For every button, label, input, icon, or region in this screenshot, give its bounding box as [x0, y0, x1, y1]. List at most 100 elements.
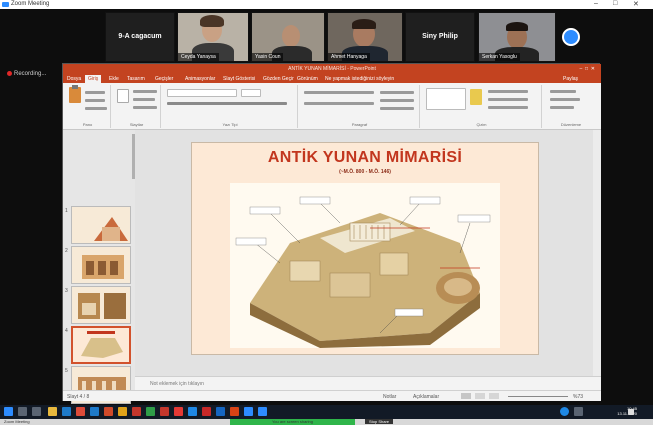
cut-button[interactable]	[85, 91, 105, 94]
tab-review[interactable]: Gözden Geçir	[263, 76, 294, 82]
taskbar-app-icon[interactable]	[160, 407, 169, 416]
taskbar-app-icon[interactable]	[202, 407, 211, 416]
tab-transitions[interactable]: Geçişler	[155, 76, 173, 82]
minimize-button[interactable]: –	[594, 0, 598, 7]
paste-button[interactable]	[69, 85, 81, 103]
quick-access-toolbar[interactable]	[73, 66, 113, 72]
slide-sorter-icon[interactable]	[475, 393, 485, 399]
slide-thumbnail[interactable]	[71, 286, 131, 324]
close-button[interactable]: ✕	[633, 0, 639, 8]
reset-button[interactable]	[133, 98, 155, 101]
participant-tile[interactable]: Yasin Coun	[251, 12, 325, 62]
align-text-button[interactable]	[380, 99, 414, 102]
ribbon-tabs: Dosya Giriş Ekle Tasarım Geçişler Animas…	[63, 74, 601, 83]
tab-file[interactable]: Dosya	[67, 76, 81, 82]
edge-icon[interactable]	[62, 407, 71, 416]
taskbar-app-icon[interactable]	[230, 407, 239, 416]
search-icon[interactable]	[18, 407, 27, 416]
shape-fill-button[interactable]	[488, 90, 528, 93]
share-button[interactable]: Paylaş	[563, 76, 578, 82]
participant-tile[interactable]: Ahmet Hanyaga	[327, 12, 403, 62]
smartart-button[interactable]	[380, 107, 414, 110]
participant-name: Siny Philip	[422, 33, 458, 40]
shape-effects-button[interactable]	[488, 106, 528, 109]
arrange-button[interactable]	[470, 89, 482, 105]
maximize-button[interactable]: □	[613, 0, 617, 7]
text-direction-button[interactable]	[380, 91, 414, 94]
layout-button[interactable]	[133, 90, 157, 93]
ribbon-group-slides: Slaytlar	[113, 85, 161, 128]
tab-slideshow[interactable]: Slayt Gösterisi	[223, 76, 255, 82]
task-view-icon[interactable]	[32, 407, 41, 416]
align-buttons[interactable]	[304, 102, 374, 105]
participant-video	[352, 19, 376, 29]
ribbon-group-label: Paragraf	[351, 122, 368, 127]
slide-thumbnail[interactable]	[71, 326, 131, 364]
notification-icon[interactable]	[628, 409, 634, 415]
slide-scrollbar[interactable]	[593, 130, 601, 376]
format-painter-button[interactable]	[85, 107, 107, 110]
zoom-taskbar-icon[interactable]	[244, 407, 253, 416]
zoom-level[interactable]: %73	[573, 394, 583, 400]
recording-indicator[interactable]: Recording...	[7, 71, 46, 77]
shape-outline-button[interactable]	[488, 98, 528, 101]
powerpoint-icon[interactable]	[104, 407, 113, 416]
participant-tile[interactable]: Serkan Yasoglu	[478, 12, 556, 62]
slide-thumbnail[interactable]	[71, 206, 131, 244]
tell-me-search[interactable]: Ne yapmak istediğinizi söyleyin	[325, 76, 394, 82]
notes-placeholder: Not eklemek için tıklayın	[150, 381, 204, 387]
tab-insert[interactable]: Ekle	[109, 76, 119, 82]
taskbar-app-icon[interactable]	[118, 407, 127, 416]
ribbon-group-label: Düzenleme	[560, 122, 582, 127]
network-icon[interactable]	[574, 407, 583, 416]
word-icon[interactable]	[90, 407, 99, 416]
window-controls[interactable]: – □ ✕	[579, 64, 595, 74]
copy-button[interactable]	[85, 99, 105, 102]
find-button[interactable]	[550, 90, 576, 93]
section-button[interactable]	[133, 106, 157, 109]
taskbar-app-icon[interactable]	[216, 407, 225, 416]
tab-animations[interactable]: Animasyonlar	[185, 76, 215, 82]
participant-video	[200, 15, 224, 27]
tray-app-icon[interactable]	[560, 407, 569, 416]
taskbar-app-icon[interactable]	[132, 407, 141, 416]
font-format-buttons[interactable]	[167, 102, 287, 105]
slide-counter: Slayt 4 / 8	[67, 394, 90, 400]
tab-design[interactable]: Tasarım	[127, 76, 145, 82]
new-slide-button[interactable]	[117, 89, 129, 103]
screen-sharing-indicator[interactable]: You are screen sharing	[230, 419, 355, 425]
select-button[interactable]	[550, 106, 574, 109]
notes-button[interactable]: Notlar	[383, 394, 396, 400]
excel-icon[interactable]	[146, 407, 155, 416]
taskbar-app-icon[interactable]	[174, 407, 183, 416]
taskbar-app-icon[interactable]	[188, 407, 197, 416]
thumbnail-number: 3	[65, 288, 68, 294]
notes-pane[interactable]: Not eklemek için tıklayın	[135, 376, 601, 390]
acropolis-illustration[interactable]	[230, 183, 500, 348]
next-page-button[interactable]	[562, 28, 580, 46]
shapes-gallery[interactable]	[426, 88, 466, 110]
zoom-slider[interactable]	[508, 396, 568, 397]
tab-home[interactable]: Giriş	[85, 75, 102, 83]
acropolis-drawing	[230, 183, 500, 348]
normal-view-icon[interactable]	[461, 393, 471, 399]
chrome-icon[interactable]	[76, 407, 85, 416]
tab-view[interactable]: Görünüm	[297, 76, 318, 82]
comments-button[interactable]: Açıklamalar	[413, 394, 439, 400]
font-name-dropdown[interactable]	[167, 89, 237, 97]
zoom-taskbar-icon[interactable]	[258, 407, 267, 416]
font-size-dropdown[interactable]	[241, 89, 261, 97]
start-icon[interactable]	[4, 407, 13, 416]
stop-share-button[interactable]: Stop Share	[365, 419, 394, 424]
participant-tile[interactable]: Ceyda Yanaysa	[177, 12, 249, 62]
slide-thumbnail[interactable]	[71, 246, 131, 284]
participant-tile[interactable]: 9-A cagacum	[105, 12, 175, 62]
reading-view-icon[interactable]	[489, 393, 499, 399]
slide-subtitle: (~M.Ö. 800 - M.Ö. 146)	[339, 169, 391, 175]
replace-button[interactable]	[550, 98, 580, 101]
participant-tile[interactable]: Siny Philip	[405, 12, 475, 62]
video-strip: 9-A cagacum Ceyda Yanaysa Yasin Coun Ahm…	[0, 12, 653, 62]
file-explorer-icon[interactable]	[48, 407, 57, 416]
current-slide[interactable]: ANTİK YUNAN MİMARİSİ (~M.Ö. 800 - M.Ö. 1…	[191, 142, 539, 355]
list-buttons[interactable]	[304, 91, 374, 94]
